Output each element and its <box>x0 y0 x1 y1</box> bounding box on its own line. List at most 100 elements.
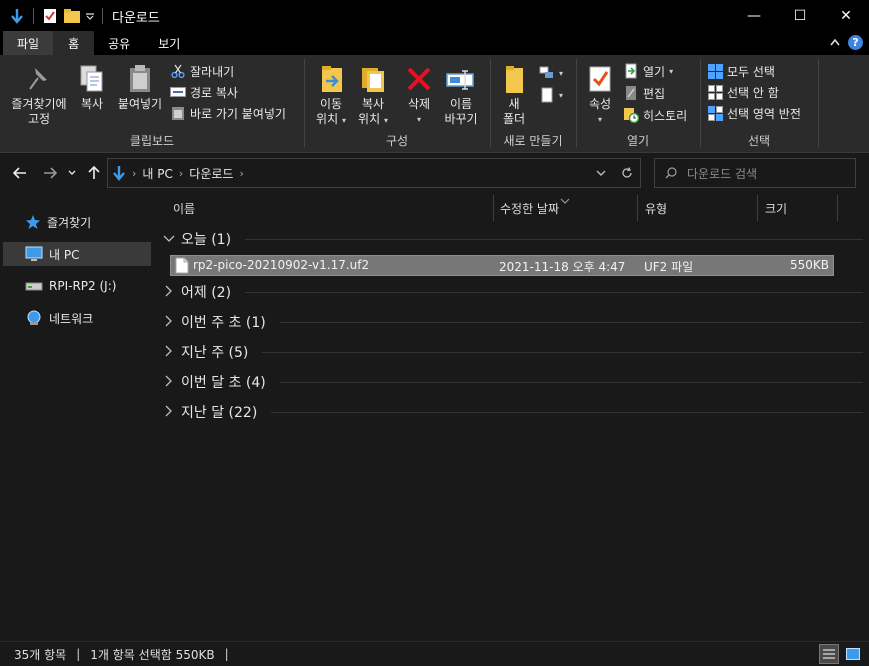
up-arrow-icon[interactable] <box>84 163 104 183</box>
network-icon <box>25 310 43 326</box>
breadcrumb-this-pc[interactable]: 내 PC <box>142 165 172 182</box>
refresh-icon[interactable] <box>614 159 640 187</box>
pin-icon <box>23 63 55 95</box>
paste-shortcut-button[interactable]: 바로 가기 붙여넣기 <box>170 103 286 123</box>
pin-to-quick-access-button[interactable]: 즐겨찾기에 고정 <box>8 63 70 127</box>
column-divider[interactable] <box>757 195 758 221</box>
details-view-icon[interactable] <box>819 644 839 664</box>
tab-view[interactable]: 보기 <box>144 31 194 55</box>
copy-to-button[interactable]: 복사 위치 ▾ <box>353 63 393 128</box>
properties-caret-icon: ▾ <box>597 115 602 124</box>
properties-check-icon[interactable] <box>39 0 61 32</box>
file-date: 2021-11-18 오후 4:47 <box>499 260 626 274</box>
search-input[interactable]: 다운로드 검색 <box>687 165 757 182</box>
cut-label: 잘라내기 <box>190 64 235 79</box>
address-bar[interactable]: › 내 PC › 다운로드 › <box>107 158 641 188</box>
column-header-type[interactable]: 유형 <box>645 195 667 221</box>
item-count: 35개 항목 <box>14 647 67 662</box>
rename-button[interactable]: 이름 바꾸기 <box>441 63 481 127</box>
new-folder-label-line2: 폴더 <box>502 112 526 126</box>
tab-share[interactable]: 공유 <box>94 31 144 55</box>
column-divider[interactable] <box>637 195 638 221</box>
customize-qa-icon[interactable] <box>83 0 97 32</box>
open-caret-icon: ▾ <box>669 66 674 76</box>
sidebar-item-label: 내 PC <box>49 247 80 262</box>
history-button[interactable]: 히스토리 <box>623 105 687 125</box>
select-group: 모두 선택 선택 안 함 선택 영역 반전 선택 <box>701 55 817 153</box>
copy-path-icon <box>170 84 186 100</box>
cut-button[interactable]: 잘라내기 <box>170 61 234 81</box>
column-header-name[interactable]: 이름 <box>173 195 195 221</box>
forward-arrow-icon[interactable] <box>40 163 60 183</box>
select-none-label: 선택 안 함 <box>727 85 779 100</box>
back-arrow-icon[interactable] <box>10 163 30 183</box>
edit-button[interactable]: 편집 <box>623 83 665 103</box>
table-row[interactable]: rp2-pico-20210902-v1.17.uf2 2021-11-18 오… <box>170 255 834 276</box>
copy-to-label-line2: 위치 ▾ <box>358 112 388 128</box>
column-divider[interactable] <box>493 195 494 221</box>
new-folder-label-line1: 새 <box>508 97 520 111</box>
group-divider <box>271 411 863 413</box>
star-icon <box>25 214 41 230</box>
copy-to-label-line1: 복사 <box>361 97 385 111</box>
select-none-button[interactable]: 선택 안 함 <box>707 82 779 102</box>
maximize-button[interactable]: ☐ <box>777 0 823 32</box>
group-header-earlier-this-month[interactable]: 이번 달 초 (4) <box>163 371 863 393</box>
invert-selection-button[interactable]: 선택 영역 반전 <box>707 103 801 123</box>
group-label: 오늘 (1) <box>181 232 232 248</box>
column-header-size[interactable]: 크기 <box>765 195 787 221</box>
file-icon <box>175 257 189 277</box>
open-button[interactable]: 열기 ▾ <box>623 61 673 81</box>
recent-locations-icon[interactable] <box>64 163 80 183</box>
paste-button[interactable]: 붙여넣기 <box>114 63 166 112</box>
paste-shortcut-icon <box>170 105 186 121</box>
group-header-last-month[interactable]: 지난 달 (22) <box>163 401 863 423</box>
group-header-yesterday[interactable]: 어제 (2) <box>163 281 863 303</box>
clipboard-group: 즐겨찾기에 고정 복사 붙여넣기 잘라내기 경로 복사 바로 가기 붙여넣기 클… <box>0 55 304 153</box>
move-to-button[interactable]: 이동 위치 ▾ <box>311 63 351 128</box>
new-item-button[interactable]: ▾ <box>539 63 563 83</box>
easy-access-button[interactable]: ▾ <box>539 85 563 105</box>
new-folder-button[interactable]: 새 폴더 <box>497 63 531 127</box>
tab-file[interactable]: 파일 <box>3 31 54 55</box>
help-icon[interactable]: ? <box>848 35 863 50</box>
breadcrumb-downloads[interactable]: 다운로드 <box>189 165 233 182</box>
properties-button[interactable]: 속성 ▾ <box>581 63 619 127</box>
group-divider <box>262 351 863 353</box>
copy-to-caret-icon: ▾ <box>383 116 388 125</box>
large-icons-view-icon[interactable] <box>843 644 863 664</box>
down-arrow-icon[interactable] <box>6 0 28 32</box>
group-header-last-week[interactable]: 지난 주 (5) <box>163 341 863 363</box>
sidebar-item-network[interactable]: 네트워크 <box>3 306 151 330</box>
copy-path-button[interactable]: 경로 복사 <box>170 82 238 102</box>
clipboard-group-label: 클립보드 <box>129 134 175 148</box>
copy-label: 복사 <box>80 97 104 111</box>
group-header-today[interactable]: 오늘 (1) <box>163 228 863 250</box>
invert-selection-label: 선택 영역 반전 <box>727 106 801 121</box>
navigation-bar: › 내 PC › 다운로드 › 다운로드 검색 <box>0 153 869 193</box>
address-dropdown-icon[interactable] <box>588 159 614 187</box>
column-divider[interactable] <box>837 195 838 221</box>
collapse-ribbon-icon[interactable] <box>830 36 840 49</box>
easy-access-icon <box>539 87 555 103</box>
new-folder-big-icon <box>498 63 530 95</box>
column-header-date[interactable]: 수정한 날짜 <box>500 195 559 221</box>
new-folder-icon[interactable] <box>61 0 83 32</box>
minimize-button[interactable]: — <box>731 0 777 32</box>
delete-button[interactable]: 삭제 ▾ <box>399 63 439 127</box>
sidebar-item-this-pc[interactable]: 내 PC <box>3 242 151 266</box>
sidebar-item-label: RPI-RP2 (J:) <box>49 279 117 293</box>
sidebar-item-quick-access[interactable]: 즐겨찾기 <box>3 210 151 234</box>
copy-button[interactable]: 복사 <box>74 63 110 112</box>
file-size: 550KB <box>789 258 829 272</box>
search-box[interactable]: 다운로드 검색 <box>654 158 856 188</box>
group-divider <box>279 321 863 323</box>
tab-home[interactable]: 홈 <box>53 31 95 55</box>
sidebar-item-rpi-rp2[interactable]: RPI-RP2 (J:) <box>3 274 151 298</box>
close-button[interactable]: ✕ <box>823 0 869 32</box>
group-header-earlier-this-week[interactable]: 이번 주 초 (1) <box>163 311 863 333</box>
select-all-button[interactable]: 모두 선택 <box>707 61 775 81</box>
navigation-pane: 즐겨찾기 내 PC RPI-RP2 (J:) 네트워크 <box>0 193 155 641</box>
select-all-label: 모두 선택 <box>727 64 775 79</box>
sort-indicator-icon <box>560 193 570 207</box>
